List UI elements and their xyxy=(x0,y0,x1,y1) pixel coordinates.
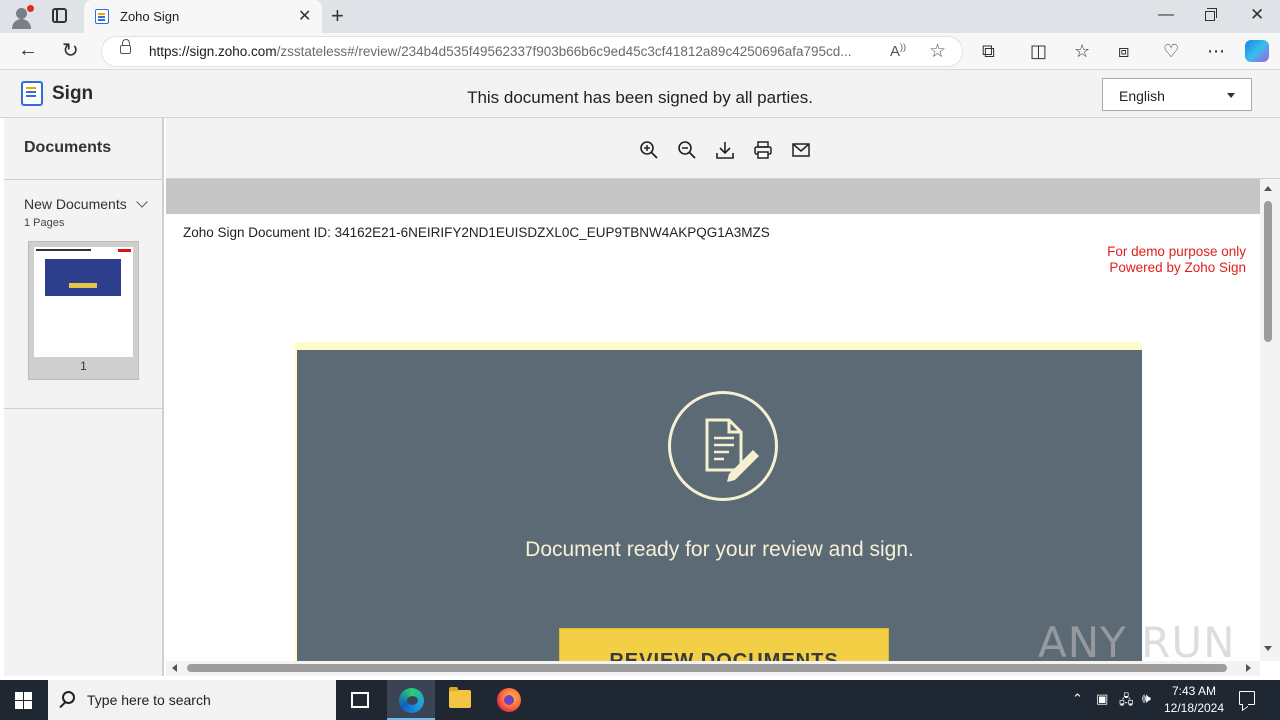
tab-title: Zoho Sign xyxy=(120,9,180,24)
review-documents-button[interactable]: REVIEW DOCUMENTS xyxy=(559,628,889,661)
email-content: Document ready for your review and sign.… xyxy=(295,342,1142,661)
search-placeholder: Type here to search xyxy=(87,692,211,708)
read-aloud-icon[interactable]: A)) xyxy=(890,42,906,60)
tab-actions-icon[interactable] xyxy=(52,8,67,23)
reload-icon[interactable]: ↻ xyxy=(62,38,79,63)
volume-icon[interactable]: 🕪 xyxy=(1142,690,1151,707)
scroll-down-icon[interactable] xyxy=(1264,646,1272,651)
profile-icon[interactable] xyxy=(10,5,34,29)
collections-icon[interactable]: ⧈ xyxy=(1118,41,1129,62)
review-documents-label: REVIEW DOCUMENTS xyxy=(609,650,839,661)
new-tab-icon[interactable]: + xyxy=(331,3,344,29)
zoom-out-icon[interactable] xyxy=(677,140,697,160)
vertical-scroll-thumb[interactable] xyxy=(1264,201,1272,342)
windows-taskbar: Type here to search ⌃ ▣ 🖧 🕪 7:43 AM 12/1… xyxy=(0,680,1280,720)
more-menu-icon[interactable]: ⋯ xyxy=(1207,41,1225,62)
caret-down-icon xyxy=(1227,93,1235,98)
browser-tab-zoho-sign[interactable]: Zoho Sign ✕ xyxy=(84,0,322,33)
browser-nav-bar: ← ↻ https://sign.zoho.com/zsstateless#/r… xyxy=(0,33,1280,70)
email-icon[interactable] xyxy=(791,140,811,160)
search-icon xyxy=(62,691,75,704)
extensions-icon[interactable]: ⧉ xyxy=(982,41,995,62)
taskbar-edge-button[interactable] xyxy=(387,680,435,720)
back-icon[interactable]: ← xyxy=(18,39,38,62)
divider xyxy=(4,408,162,409)
firefox-icon[interactable] xyxy=(497,688,521,712)
document-id: Zoho Sign Document ID: 34162E21-6NEIRIFY… xyxy=(183,225,770,240)
demo-notice: For demo purpose only xyxy=(1107,244,1246,259)
scroll-up-icon[interactable] xyxy=(1264,186,1272,191)
zoho-sign-favicon-icon xyxy=(95,9,109,24)
restore-icon[interactable] xyxy=(1205,8,1217,21)
document-name[interactable]: New Documents xyxy=(24,196,127,212)
notifications-icon[interactable] xyxy=(1239,691,1255,705)
lock-icon[interactable] xyxy=(120,39,131,54)
taskbar-search-box[interactable]: Type here to search xyxy=(48,680,336,720)
favorite-star-icon[interactable]: ☆ xyxy=(929,40,946,63)
task-view-icon[interactable] xyxy=(351,692,369,708)
language-value: English xyxy=(1119,88,1165,104)
edge-browser-icon xyxy=(399,688,424,713)
powered-by-notice: Powered by Zoho Sign xyxy=(1109,260,1246,275)
email-banner: Document ready for your review and sign.… xyxy=(297,350,1142,661)
browser-essentials-icon[interactable]: ♡ xyxy=(1163,41,1179,62)
device-icon[interactable]: ▣ xyxy=(1096,691,1108,707)
copilot-icon[interactable] xyxy=(1245,40,1269,62)
clock-time[interactable]: 7:43 AM xyxy=(1166,684,1222,698)
favorites-icon[interactable]: ☆ xyxy=(1074,41,1090,62)
file-explorer-icon[interactable] xyxy=(449,687,471,708)
tab-close-icon[interactable]: ✕ xyxy=(298,6,311,26)
document-sign-icon xyxy=(668,391,778,501)
viewer-toolbar xyxy=(166,118,1280,179)
language-select[interactable]: English xyxy=(1102,78,1252,111)
watermark-text: ANY RUN xyxy=(1038,618,1236,667)
chevron-down-icon[interactable] xyxy=(136,196,148,208)
thumbnail-preview xyxy=(34,247,133,357)
divider xyxy=(4,179,162,180)
vertical-scrollbar[interactable] xyxy=(1260,179,1280,661)
page-count: 1 Pages xyxy=(24,217,65,229)
signed-status-message: This document has been signed by all par… xyxy=(467,88,813,107)
print-icon[interactable] xyxy=(753,140,773,160)
window-close-icon[interactable]: ✕ xyxy=(1250,5,1264,25)
minimize-icon[interactable]: — xyxy=(1158,6,1174,24)
download-icon[interactable] xyxy=(715,140,735,160)
anyrun-watermark: ANY RUN xyxy=(1038,610,1238,670)
url-text[interactable]: https://sign.zoho.com/zsstateless#/revie… xyxy=(149,44,852,59)
zoom-in-icon[interactable] xyxy=(639,140,659,160)
documents-sidebar: Documents New Documents 1 Pages 1 xyxy=(4,118,164,676)
document-viewer[interactable]: Zoho Sign Document ID: 34162E21-6NEIRIFY… xyxy=(166,179,1260,661)
browser-tab-bar: Zoho Sign ✕ + — ✕ xyxy=(0,0,1280,33)
split-screen-icon[interactable]: ◫ xyxy=(1030,41,1047,62)
page-thumbnail[interactable]: 1 xyxy=(28,241,139,380)
sidebar-title: Documents xyxy=(24,139,112,156)
windows-start-icon[interactable] xyxy=(15,692,32,709)
page-gap xyxy=(166,179,1260,214)
app-header: Sign This document has been signed by al… xyxy=(0,70,1280,118)
network-icon[interactable]: 🖧 xyxy=(1119,691,1134,713)
clock-date[interactable]: 12/18/2024 xyxy=(1160,701,1228,715)
banner-message: Document ready for your review and sign. xyxy=(525,538,914,561)
show-hidden-icons-icon[interactable]: ⌃ xyxy=(1072,691,1083,707)
scroll-right-icon[interactable] xyxy=(1246,664,1251,672)
thumbnail-page-number: 1 xyxy=(80,359,87,373)
scroll-left-icon[interactable] xyxy=(172,664,177,672)
address-bar[interactable]: https://sign.zoho.com/zsstateless#/revie… xyxy=(101,36,963,67)
